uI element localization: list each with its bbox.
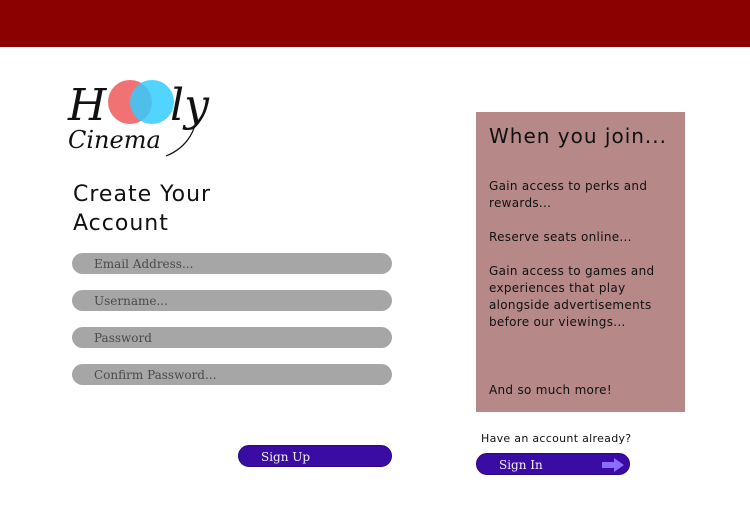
svg-text:ly: ly	[170, 80, 210, 131]
arrow-right-icon	[602, 458, 624, 472]
signin-prompt: Have an account already?	[481, 432, 632, 445]
sign-up-button[interactable]: Sign Up	[238, 445, 392, 467]
panel-title: When you join...	[489, 124, 667, 148]
top-bar	[0, 0, 750, 47]
username-field[interactable]	[72, 290, 392, 311]
perk-item: And so much more!	[489, 383, 612, 397]
page-title: Create Your Account	[73, 182, 212, 236]
perk-item: Gain access to perks and rewards...	[489, 179, 648, 210]
svg-text:H: H	[67, 80, 108, 131]
password-field[interactable]	[72, 327, 392, 348]
sign-in-button[interactable]: Sign In	[476, 453, 630, 475]
logo-graphic: H ly Cinema	[67, 80, 210, 157]
hooly-cinema-logo: H ly Cinema	[66, 68, 216, 163]
join-benefits-panel: When you join... Gain access to perks an…	[476, 112, 685, 412]
sign-in-label: Sign In	[499, 458, 543, 472]
email-field[interactable]	[72, 253, 392, 274]
perk-item: Reserve seats online...	[489, 230, 632, 244]
perk-item: Gain access to games and experiences tha…	[489, 264, 655, 329]
confirm-password-field[interactable]	[72, 364, 392, 385]
svg-text:Cinema: Cinema	[68, 126, 161, 154]
sign-up-label: Sign Up	[261, 450, 311, 464]
